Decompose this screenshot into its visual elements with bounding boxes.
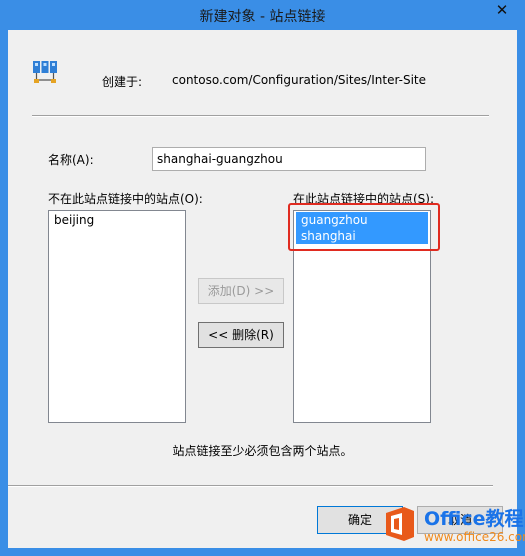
title-bar[interactable]: 新建对象 - 站点链接 ✕ xyxy=(0,0,525,30)
add-button[interactable]: 添加(D) >> xyxy=(198,278,284,304)
close-icon: ✕ xyxy=(495,1,509,19)
dialog-content: 创建于: contoso.com/Configuration/Sites/Int… xyxy=(8,30,517,548)
name-input[interactable]: shanghai-guangzhou xyxy=(152,147,426,171)
office-logo-icon xyxy=(386,507,414,541)
list-item-beijing[interactable]: beijing xyxy=(49,212,185,228)
top-divider xyxy=(32,115,489,117)
bottom-divider xyxy=(8,485,493,487)
min-sites-note: 站点链接至少必须包含两个站点。 xyxy=(172,444,353,458)
close-button[interactable]: ✕ xyxy=(487,0,517,22)
watermark-title: Office教程网 xyxy=(424,508,525,530)
dialog-window: 新建对象 - 站点链接 ✕ 创建于: contoso.com/Configura… xyxy=(0,0,525,556)
selection-highlight-box xyxy=(288,203,440,251)
available-sites-label: 不在此站点链接中的站点(O): xyxy=(48,192,203,206)
available-sites-list[interactable]: beijing xyxy=(48,210,186,423)
name-label: 名称(A): xyxy=(48,153,94,167)
window-title: 新建对象 - 站点链接 xyxy=(199,9,326,25)
watermark-url: www.office26.com xyxy=(424,530,525,544)
site-link-icon xyxy=(33,61,57,83)
created-in-path: contoso.com/Configuration/Sites/Inter-Si… xyxy=(172,73,426,87)
remove-button[interactable]: << 删除(R) xyxy=(198,322,284,348)
created-in-label: 创建于: xyxy=(102,75,143,89)
watermark: Office教程网 www.office26.com xyxy=(380,500,525,552)
